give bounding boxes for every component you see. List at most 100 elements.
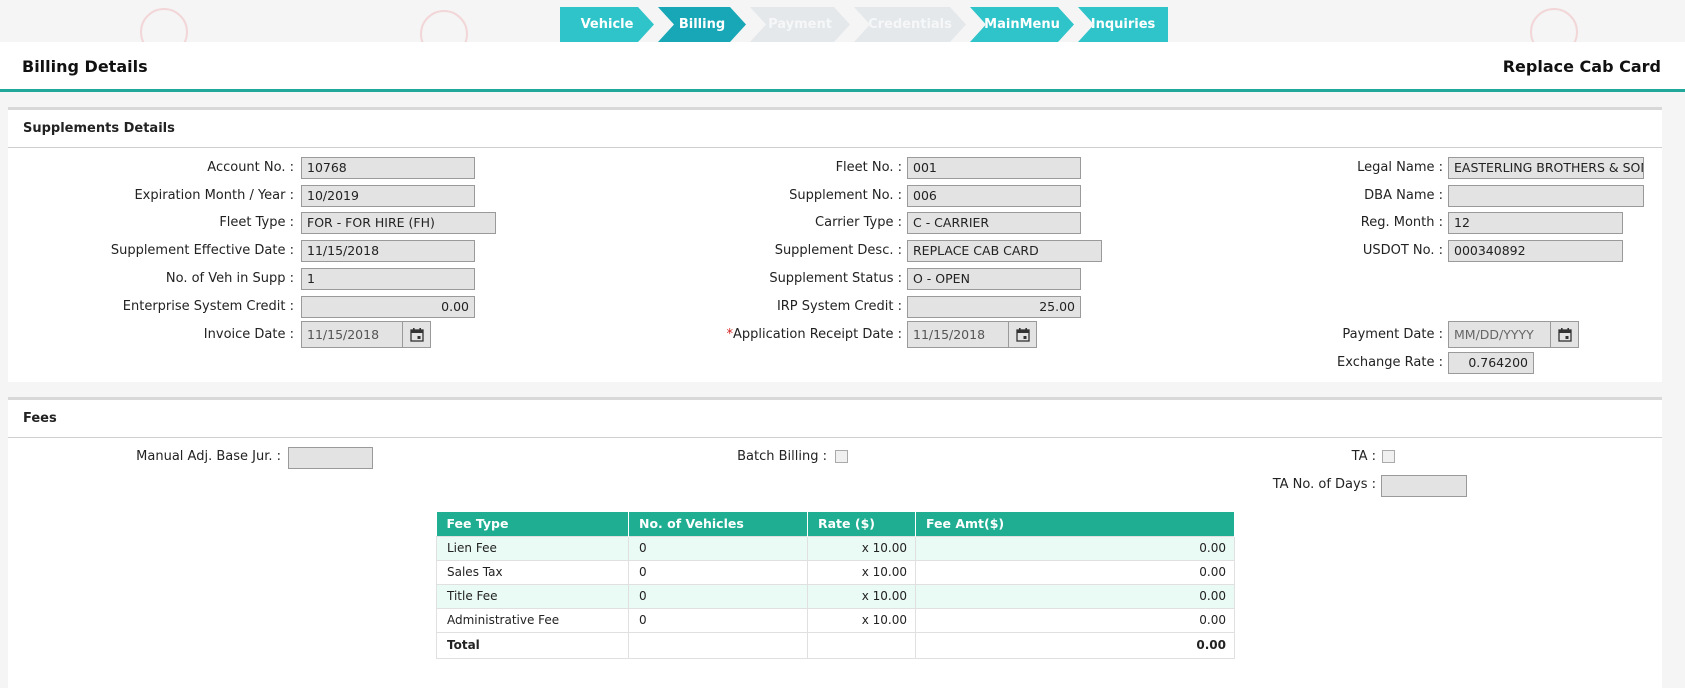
supplements-heading: Supplements Details bbox=[8, 110, 1662, 148]
fleet-no-label: Fleet No. : bbox=[835, 160, 902, 175]
invoice-date-label: Invoice Date : bbox=[203, 327, 294, 342]
reg-month-label: Reg. Month : bbox=[1360, 215, 1443, 230]
rate-cell: x 10.00 bbox=[807, 535, 916, 561]
vehicles-cell: 0 bbox=[628, 607, 808, 633]
exchange-rate-field: 0.764200 bbox=[1448, 352, 1534, 374]
col-fee-type: Fee Type bbox=[436, 512, 629, 536]
col-fee-amt: Fee Amt($) bbox=[915, 512, 1235, 536]
rate-cell: x 10.00 bbox=[807, 607, 916, 633]
empty-cell bbox=[807, 631, 916, 659]
app-receipt-date-picker[interactable]: 11/15/2018 bbox=[907, 321, 1037, 348]
dba-name-field bbox=[1448, 185, 1644, 207]
fee-type-cell: Administrative Fee bbox=[436, 607, 629, 633]
fees-table-header: Fee Type No. of Vehicles Rate ($) Fee Am… bbox=[436, 512, 1235, 536]
reg-month-field: 12 bbox=[1448, 212, 1623, 234]
step-billing[interactable]: Billing bbox=[658, 7, 746, 42]
payment-date-input[interactable]: MM/DD/YYYY bbox=[1449, 322, 1552, 347]
step-inquiries[interactable]: Inquiries bbox=[1078, 7, 1168, 42]
supplement-status-label: Supplement Status : bbox=[769, 271, 902, 286]
wizard-steps: Vehicle Billing Payment Credentials Main… bbox=[560, 7, 1172, 42]
batch-billing-checkbox[interactable] bbox=[835, 450, 848, 463]
manual-adj-label: Manual Adj. Base Jur. : bbox=[136, 449, 281, 464]
supplement-desc-label: Supplement Desc. : bbox=[774, 243, 902, 258]
dba-name-label: DBA Name : bbox=[1364, 188, 1443, 203]
fee-type-cell: Sales Tax bbox=[436, 559, 629, 585]
table-row: Sales Tax 0 x 10.00 0.00 bbox=[436, 559, 1235, 585]
invoice-date-picker: 11/15/2018 bbox=[301, 321, 431, 348]
step-label: Vehicle bbox=[580, 17, 634, 32]
rate-cell: x 10.00 bbox=[807, 559, 916, 585]
enterprise-credit-field: 0.00 bbox=[301, 296, 475, 318]
ta-label: TA : bbox=[1351, 449, 1376, 464]
vehicles-cell: 0 bbox=[628, 559, 808, 585]
total-label: Total bbox=[436, 631, 629, 659]
supplement-desc-field: REPLACE CAB CARD bbox=[907, 240, 1102, 262]
calendar-icon bbox=[403, 322, 430, 347]
account-no-field: 10768 bbox=[301, 157, 475, 179]
app-receipt-date-label: *Application Receipt Date : bbox=[640, 327, 902, 342]
ta-checkbox[interactable] bbox=[1382, 450, 1395, 463]
expiration-label: Expiration Month / Year : bbox=[134, 188, 294, 203]
exchange-rate-label: Exchange Rate : bbox=[1337, 355, 1443, 370]
payment-date-label: Payment Date : bbox=[1342, 327, 1443, 342]
step-payment: Payment bbox=[750, 7, 850, 42]
fees-table: Fee Type No. of Vehicles Rate ($) Fee Am… bbox=[436, 512, 1235, 659]
rate-cell: x 10.00 bbox=[807, 583, 916, 609]
legal-name-label: Legal Name : bbox=[1357, 160, 1443, 175]
irp-credit-field: 25.00 bbox=[907, 296, 1081, 318]
carrier-type-label: Carrier Type : bbox=[815, 215, 902, 230]
table-row: Lien Fee 0 x 10.00 0.00 bbox=[436, 535, 1235, 561]
account-no-label: Account No. : bbox=[207, 160, 294, 175]
step-label: Payment bbox=[768, 17, 832, 32]
app-receipt-date-label-text: Application Receipt Date : bbox=[732, 327, 902, 342]
table-row: Administrative Fee 0 x 10.00 0.00 bbox=[436, 607, 1235, 633]
fleet-type-field: FOR - FOR HIRE (FH) bbox=[301, 212, 496, 234]
veh-in-supp-field: 1 bbox=[301, 268, 475, 290]
step-mainmenu[interactable]: MainMenu bbox=[970, 7, 1074, 42]
table-row: Title Fee 0 x 10.00 0.00 bbox=[436, 583, 1235, 609]
supplement-no-label: Supplement No. : bbox=[789, 188, 902, 203]
payment-date-picker[interactable]: MM/DD/YYYY bbox=[1448, 321, 1579, 348]
ta-days-label: TA No. of Days : bbox=[1272, 477, 1376, 492]
step-label: Inquiries bbox=[1090, 17, 1156, 32]
total-value: 0.00 bbox=[915, 631, 1235, 659]
fee-amt-cell: 0.00 bbox=[915, 583, 1235, 609]
step-label: MainMenu bbox=[984, 17, 1060, 32]
step-vehicle[interactable]: Vehicle bbox=[560, 7, 654, 42]
enterprise-credit-label: Enterprise System Credit : bbox=[122, 299, 294, 314]
vehicles-cell: 0 bbox=[628, 583, 808, 609]
irp-credit-label: IRP System Credit : bbox=[776, 299, 902, 314]
col-rate: Rate ($) bbox=[807, 512, 916, 536]
fee-type-cell: Title Fee bbox=[436, 583, 629, 609]
page-header: Billing Details Replace Cab Card bbox=[0, 42, 1685, 92]
col-vehicles: No. of Vehicles bbox=[628, 512, 808, 536]
expiration-field: 10/2019 bbox=[301, 185, 475, 207]
fee-amt-cell: 0.00 bbox=[915, 559, 1235, 585]
vehicles-cell: 0 bbox=[628, 535, 808, 561]
invoice-date-value: 11/15/2018 bbox=[302, 322, 404, 347]
manual-adj-field[interactable] bbox=[288, 447, 373, 469]
page-title: Billing Details bbox=[22, 57, 148, 76]
calendar-icon[interactable] bbox=[1551, 322, 1578, 347]
legal-name-field: EASTERLING BROTHERS & SON bbox=[1448, 157, 1644, 179]
fleet-type-label: Fleet Type : bbox=[219, 215, 294, 230]
supplement-no-field: 006 bbox=[907, 185, 1081, 207]
supplement-status-field: O - OPEN bbox=[907, 268, 1081, 290]
batch-billing-label: Batch Billing : bbox=[737, 449, 827, 464]
carrier-type-field: C - CARRIER bbox=[907, 212, 1081, 234]
fees-heading: Fees bbox=[8, 400, 1662, 438]
usdot-no-field: 000340892 bbox=[1448, 240, 1623, 262]
total-row: Total 0.00 bbox=[436, 631, 1235, 659]
app-receipt-date-value[interactable]: 11/15/2018 bbox=[908, 322, 1010, 347]
step-label: Credentials bbox=[868, 17, 952, 32]
usdot-no-label: USDOT No. : bbox=[1362, 243, 1443, 258]
veh-in-supp-label: No. of Veh in Supp : bbox=[165, 271, 294, 286]
effective-date-label: Supplement Effective Date : bbox=[110, 243, 294, 258]
fee-amt-cell: 0.00 bbox=[915, 607, 1235, 633]
fleet-no-field: 001 bbox=[907, 157, 1081, 179]
calendar-icon[interactable] bbox=[1009, 322, 1036, 347]
ta-days-field[interactable] bbox=[1381, 475, 1467, 497]
empty-cell bbox=[628, 631, 808, 659]
step-label: Billing bbox=[678, 17, 726, 32]
fee-type-cell: Lien Fee bbox=[436, 535, 629, 561]
